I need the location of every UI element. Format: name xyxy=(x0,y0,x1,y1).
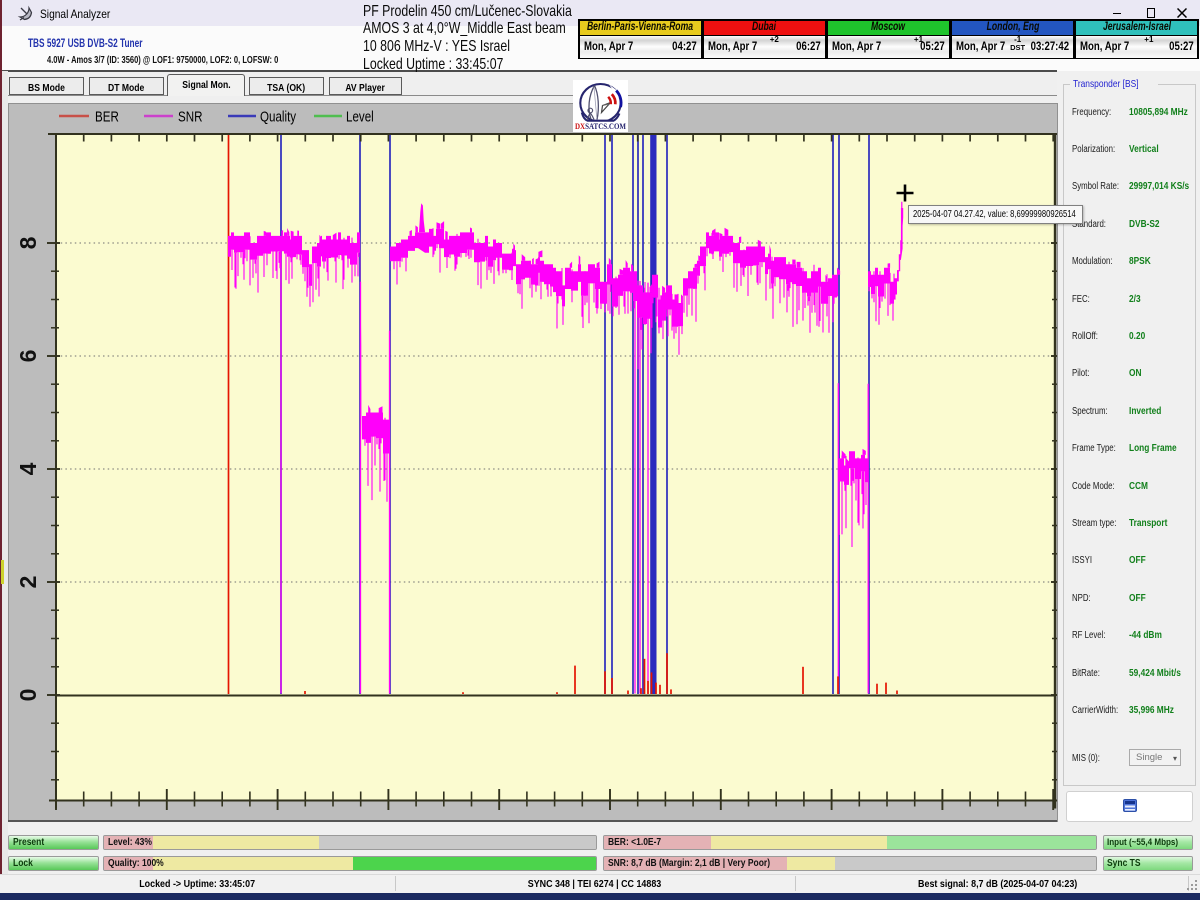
svg-text:Level: Level xyxy=(346,108,374,125)
svg-text:8: 8 xyxy=(15,236,41,249)
svg-text:2: 2 xyxy=(15,576,41,589)
svg-text:4: 4 xyxy=(15,462,41,475)
svg-text:Quality: Quality xyxy=(260,108,296,125)
svg-text:0: 0 xyxy=(15,689,41,702)
svg-text:SNR: SNR xyxy=(178,108,202,125)
svg-text:DXSATCS.COM: DXSATCS.COM xyxy=(575,121,626,131)
svg-text:BER: BER xyxy=(95,108,119,125)
svg-text:6: 6 xyxy=(15,350,41,363)
